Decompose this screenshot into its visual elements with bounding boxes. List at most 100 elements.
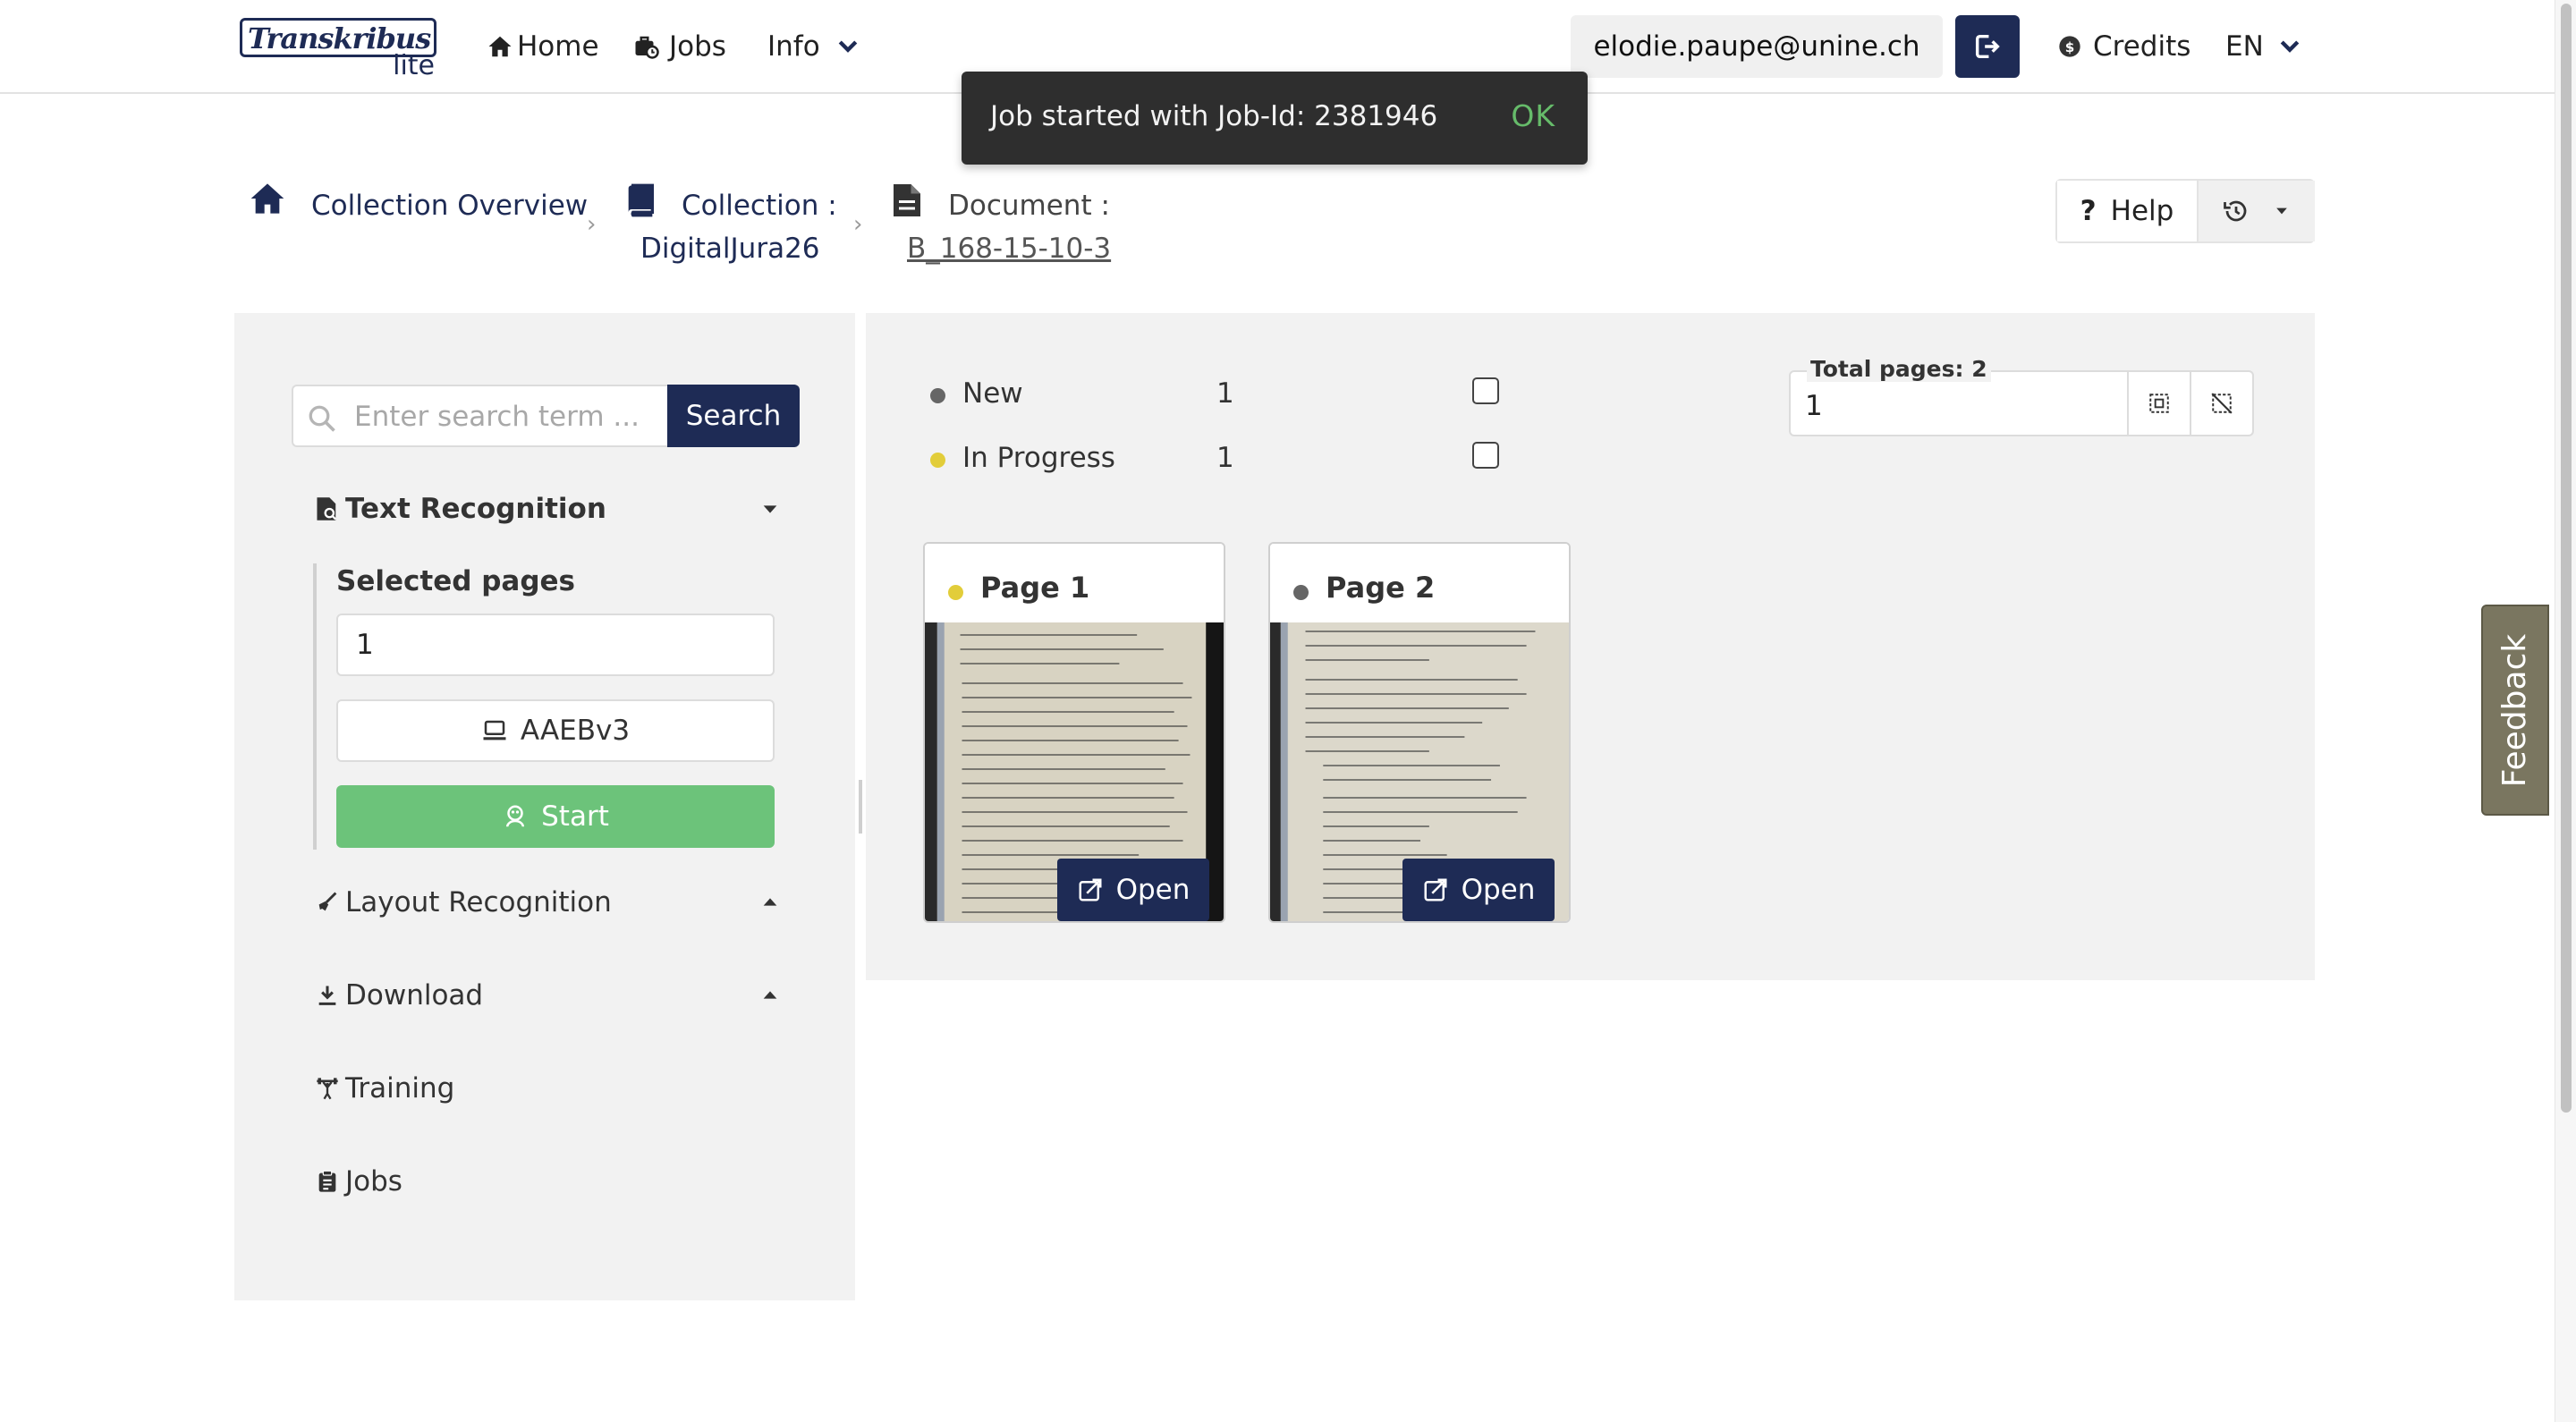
status-filter-new: New 1 <box>930 376 1503 411</box>
search-icon <box>309 405 335 432</box>
help-button[interactable]: ? Help <box>2057 181 2199 241</box>
caret-up-icon <box>763 898 777 906</box>
history-icon <box>2224 200 2247 222</box>
nav-jobs-link[interactable]: Jobs <box>633 29 726 64</box>
nav-credits-label: Credits <box>2093 30 2191 63</box>
status-dot <box>930 453 945 468</box>
document-pages-panel: New 1 In Progress 1 Total pages: 2 Page … <box>866 313 2315 980</box>
breadcrumb-document-name[interactable]: B_168-15-10-3 <box>907 233 1111 265</box>
nav-credits-link[interactable]: $ Credits <box>2057 29 2190 64</box>
job-started-toast: Job started with Job-Id: 2381946 OK <box>962 72 1588 165</box>
logout-button[interactable] <box>1955 15 2020 78</box>
caret-down-icon <box>763 505 777 513</box>
page-title: Page 1 <box>980 571 1090 605</box>
open-label: Open <box>1461 874 1536 906</box>
breadcrumb-document-label: Document : <box>948 190 1110 222</box>
broom-icon <box>318 892 337 911</box>
feedback-tab[interactable]: Feedback <box>2481 605 2549 816</box>
breadcrumb-separator: › <box>853 211 863 238</box>
deselect-pages-button[interactable] <box>2191 370 2254 436</box>
robot-icon <box>506 805 525 827</box>
weightlifting-icon <box>317 1078 338 1100</box>
status-new-checkbox[interactable] <box>1472 377 1499 404</box>
breadcrumb-collection-label: Collection : <box>682 190 837 222</box>
text-recognition-label: Text Recognition <box>345 493 606 525</box>
status-name: New <box>962 377 1023 410</box>
status-count: 1 <box>1216 442 1234 474</box>
tools-sidebar: Search Text Recognition Selected pages A… <box>234 313 855 1300</box>
jobs-label: Jobs <box>345 1165 402 1198</box>
text-recognition-section-header[interactable]: Text Recognition <box>315 488 780 529</box>
start-label: Start <box>541 800 609 833</box>
logo-subtitle: lite <box>393 50 435 81</box>
page-title: Page 2 <box>1326 571 1436 605</box>
user-email[interactable]: elodie.paupe@unine.ch <box>1571 15 1943 78</box>
start-recognition-button[interactable]: Start <box>336 785 775 848</box>
nav-info-label: Info <box>767 30 820 63</box>
training-section-header[interactable]: Training <box>315 1068 780 1109</box>
caret-down-icon <box>2276 207 2287 215</box>
laptop-icon <box>483 720 506 741</box>
layout-recognition-section-header[interactable]: Layout Recognition <box>315 882 780 923</box>
document-icon <box>894 184 920 216</box>
chevron-down-icon <box>838 40 857 53</box>
coin-icon: $ <box>2059 36 2080 57</box>
select-all-icon <box>2149 394 2169 413</box>
status-in-progress-checkbox[interactable] <box>1472 442 1499 469</box>
language-dropdown[interactable]: EN <box>2225 29 2307 64</box>
home-icon <box>488 36 512 57</box>
document-search-icon <box>317 497 337 521</box>
status-filter-in-progress: In Progress 1 <box>930 440 1503 476</box>
download-label: Download <box>345 979 484 1011</box>
select-all-pages-button[interactable] <box>2129 370 2191 436</box>
status-dot <box>930 388 945 403</box>
download-section-header[interactable]: Download <box>315 975 780 1016</box>
open-page-button[interactable]: Open <box>1402 859 1555 921</box>
download-icon <box>318 986 336 1005</box>
nav-info-dropdown[interactable]: Info <box>767 29 865 64</box>
feedback-label: Feedback <box>2496 633 2534 787</box>
page-status-dot <box>1293 585 1309 600</box>
layout-recognition-label: Layout Recognition <box>345 886 612 918</box>
search-input[interactable] <box>354 395 658 438</box>
history-dropdown-button[interactable] <box>2199 181 2315 241</box>
open-external-icon <box>1079 878 1102 901</box>
help-label: Help <box>2110 195 2174 227</box>
search-box <box>292 385 667 447</box>
breadcrumb-collection-overview[interactable]: Collection Overview <box>311 190 588 222</box>
select-model-button[interactable]: AAEBv3 <box>336 699 775 762</box>
jobs-section-header[interactable]: Jobs <box>315 1161 780 1202</box>
open-external-icon <box>1424 878 1447 901</box>
toast-ok-button[interactable]: OK <box>1511 98 1555 133</box>
toast-message: Job started with Job-Id: 2381946 <box>990 100 1438 132</box>
nav-jobs-label: Jobs <box>669 30 726 63</box>
breadcrumb-separator: › <box>587 211 597 238</box>
page-status-dot <box>948 585 963 600</box>
breadcrumb-collection-name[interactable]: DigitalJura26 <box>640 233 820 265</box>
logout-icon <box>1975 34 2000 59</box>
book-icon <box>628 183 654 217</box>
page-card[interactable]: Page 1 Open <box>923 542 1225 923</box>
briefcase-clock-icon <box>635 36 659 59</box>
nav-home-link[interactable]: Home <box>487 29 599 64</box>
selected-pages-input[interactable] <box>336 614 775 676</box>
total-pages-label: Total pages: 2 <box>1807 356 1991 382</box>
chevron-down-icon <box>2280 40 2300 53</box>
question-icon: ? <box>2080 195 2097 227</box>
panel-resize-handle[interactable] <box>859 780 862 834</box>
nav-home-label: Home <box>517 30 599 63</box>
page-range-input[interactable] <box>1805 386 2109 426</box>
page-scrollbar[interactable] <box>2555 0 2576 1422</box>
open-page-button[interactable]: Open <box>1057 859 1209 921</box>
open-label: Open <box>1115 874 1191 906</box>
search-button[interactable]: Search <box>667 385 800 447</box>
caret-up-icon <box>763 991 777 999</box>
language-label: EN <box>2225 30 2264 63</box>
selected-pages-label: Selected pages <box>336 565 575 597</box>
page-card-header: Page 2 <box>1270 544 1569 622</box>
scrollbar-thumb[interactable] <box>2561 4 2572 1113</box>
transkribus-logo[interactable]: Transkribus lite <box>240 18 440 81</box>
page-card[interactable]: Page 2 Open <box>1268 542 1571 923</box>
help-history-group: ? Help <box>2055 179 2315 243</box>
page-card-header: Page 1 <box>925 544 1224 622</box>
